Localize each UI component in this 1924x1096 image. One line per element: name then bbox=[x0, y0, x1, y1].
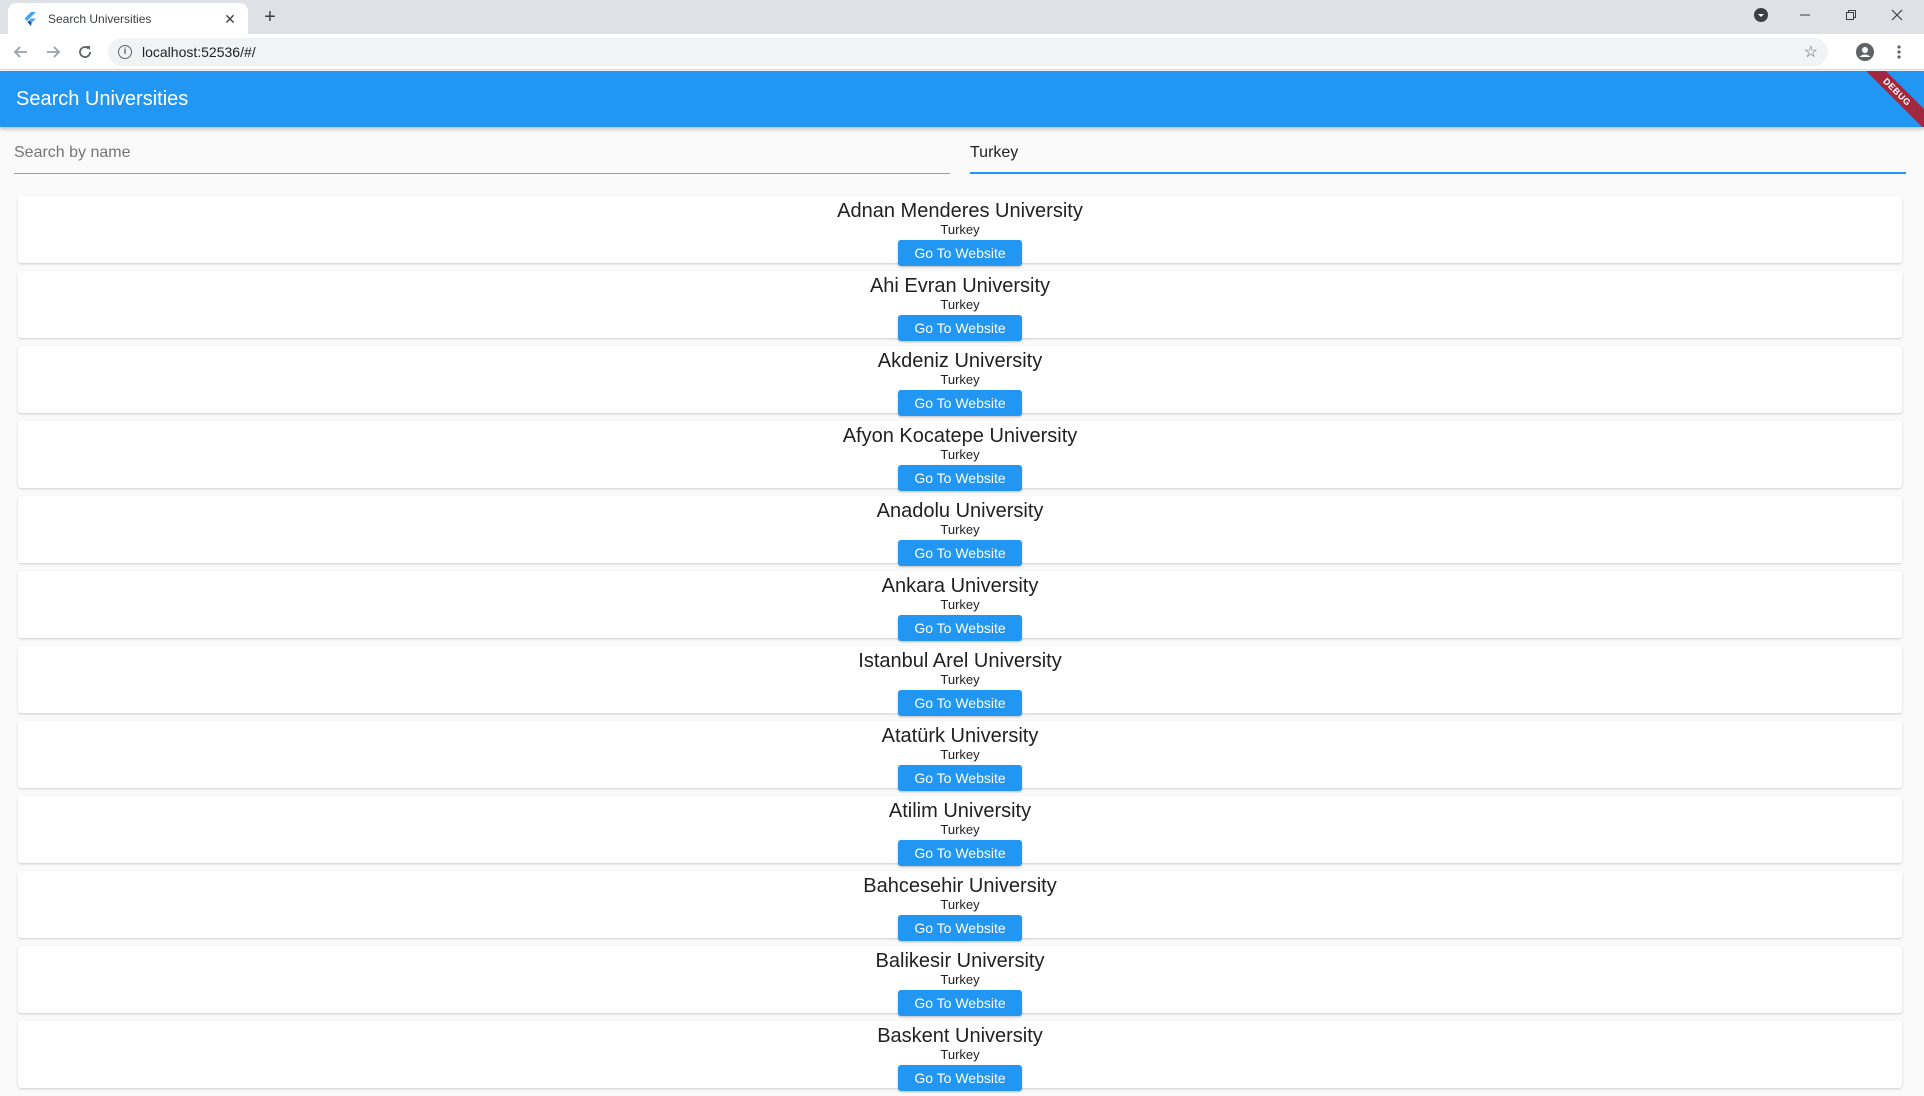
tab-title: Search Universities bbox=[48, 11, 152, 26]
restore-icon[interactable] bbox=[1828, 0, 1874, 30]
university-name: Akdeniz University bbox=[877, 350, 1043, 372]
minimize-icon[interactable] bbox=[1782, 0, 1828, 30]
university-card: Anadolu University Turkey Go To Website bbox=[18, 496, 1902, 566]
university-card: Istanbul Arel University Turkey Go To We… bbox=[18, 646, 1902, 716]
country-search-field bbox=[970, 134, 1906, 174]
university-name: Anadolu University bbox=[876, 500, 1044, 522]
university-country: Turkey bbox=[940, 297, 980, 312]
search-row bbox=[0, 128, 1924, 178]
university-name: Atilim University bbox=[888, 800, 1032, 822]
university-country: Turkey bbox=[940, 447, 980, 462]
more-menu-icon[interactable] bbox=[1886, 39, 1912, 65]
university-name: Istanbul Arel University bbox=[858, 650, 1062, 672]
university-country: Turkey bbox=[940, 972, 980, 987]
go-to-website-button[interactable]: Go To Website bbox=[898, 240, 1022, 266]
university-card: Ankara University Turkey Go To Website bbox=[18, 571, 1902, 641]
app-bar: Search Universities DEBUG bbox=[0, 71, 1924, 127]
university-name: Adnan Menderes University bbox=[837, 200, 1083, 222]
go-to-website-button[interactable]: Go To Website bbox=[898, 315, 1022, 341]
url-text: localhost:52536/#/ bbox=[142, 44, 256, 60]
university-name: Baskent University bbox=[877, 1025, 1043, 1047]
go-to-website-button[interactable]: Go To Website bbox=[898, 840, 1022, 866]
page-title: Search Universities bbox=[16, 88, 189, 110]
debug-banner: DEBUG bbox=[1853, 71, 1924, 127]
university-name: Ahi Evran University bbox=[869, 275, 1051, 297]
go-to-website-button[interactable]: Go To Website bbox=[898, 465, 1022, 491]
forward-arrow-icon[interactable] bbox=[40, 39, 66, 65]
new-tab-button[interactable]: + bbox=[258, 6, 282, 30]
go-to-website-button[interactable]: Go To Website bbox=[898, 690, 1022, 716]
name-search-underline bbox=[14, 173, 950, 174]
university-country: Turkey bbox=[940, 897, 980, 912]
flutter-icon bbox=[22, 11, 38, 27]
university-name: Bahcesehir University bbox=[863, 875, 1057, 897]
go-to-website-button[interactable]: Go To Website bbox=[898, 615, 1022, 641]
country-search-input[interactable] bbox=[970, 134, 1906, 172]
profile-dropdown-icon[interactable] bbox=[1738, 0, 1784, 30]
university-card: Atilim University Turkey Go To Website bbox=[18, 796, 1902, 866]
university-country: Turkey bbox=[940, 1047, 980, 1062]
go-to-website-button[interactable]: Go To Website bbox=[898, 1065, 1022, 1091]
university-card: Baskent University Turkey Go To Website bbox=[18, 1021, 1902, 1091]
profile-avatar-icon[interactable] bbox=[1852, 39, 1878, 65]
back-arrow-icon[interactable] bbox=[8, 39, 34, 65]
go-to-website-button[interactable]: Go To Website bbox=[898, 390, 1022, 416]
go-to-website-button[interactable]: Go To Website bbox=[898, 915, 1022, 941]
go-to-website-button[interactable]: Go To Website bbox=[898, 765, 1022, 791]
university-country: Turkey bbox=[940, 522, 980, 537]
go-to-website-button[interactable]: Go To Website bbox=[898, 540, 1022, 566]
university-name: Ankara University bbox=[881, 575, 1039, 597]
university-country: Turkey bbox=[940, 372, 980, 387]
address-bar[interactable]: i localhost:52536/#/ ☆ bbox=[108, 38, 1828, 66]
name-search-input[interactable] bbox=[14, 134, 950, 172]
university-country: Turkey bbox=[940, 747, 980, 762]
university-country: Turkey bbox=[940, 222, 980, 237]
university-country: Turkey bbox=[940, 822, 980, 837]
browser-tab[interactable]: Search Universities ✕ bbox=[8, 3, 248, 34]
university-card: Adnan Menderes University Turkey Go To W… bbox=[18, 196, 1902, 266]
university-name: Balikesir University bbox=[875, 950, 1045, 972]
reload-icon[interactable] bbox=[72, 39, 98, 65]
university-card: Akdeniz University Turkey Go To Website bbox=[18, 346, 1902, 416]
browser-toolbar: i localhost:52536/#/ ☆ bbox=[0, 34, 1924, 70]
university-country: Turkey bbox=[940, 672, 980, 687]
bookmark-star-icon[interactable]: ☆ bbox=[1804, 42, 1818, 62]
university-list: Adnan Menderes University Turkey Go To W… bbox=[0, 196, 1924, 1096]
close-window-icon[interactable] bbox=[1874, 0, 1920, 30]
university-name: Atatürk University bbox=[881, 725, 1039, 747]
university-card: Bahcesehir University Turkey Go To Websi… bbox=[18, 871, 1902, 941]
country-search-underline bbox=[970, 172, 1906, 174]
university-card: Ahi Evran University Turkey Go To Websit… bbox=[18, 271, 1902, 341]
go-to-website-button[interactable]: Go To Website bbox=[898, 990, 1022, 1016]
name-search-field bbox=[14, 134, 950, 174]
university-card: Atatürk University Turkey Go To Website bbox=[18, 721, 1902, 791]
university-country: Turkey bbox=[940, 597, 980, 612]
university-card: Balikesir University Turkey Go To Websit… bbox=[18, 946, 1902, 1016]
browser-tab-strip: Search Universities ✕ + bbox=[0, 0, 1924, 34]
site-info-icon[interactable]: i bbox=[118, 45, 132, 59]
close-tab-icon[interactable]: ✕ bbox=[222, 11, 238, 27]
university-name: Afyon Kocatepe University bbox=[842, 425, 1078, 447]
university-card: Afyon Kocatepe University Turkey Go To W… bbox=[18, 421, 1902, 491]
